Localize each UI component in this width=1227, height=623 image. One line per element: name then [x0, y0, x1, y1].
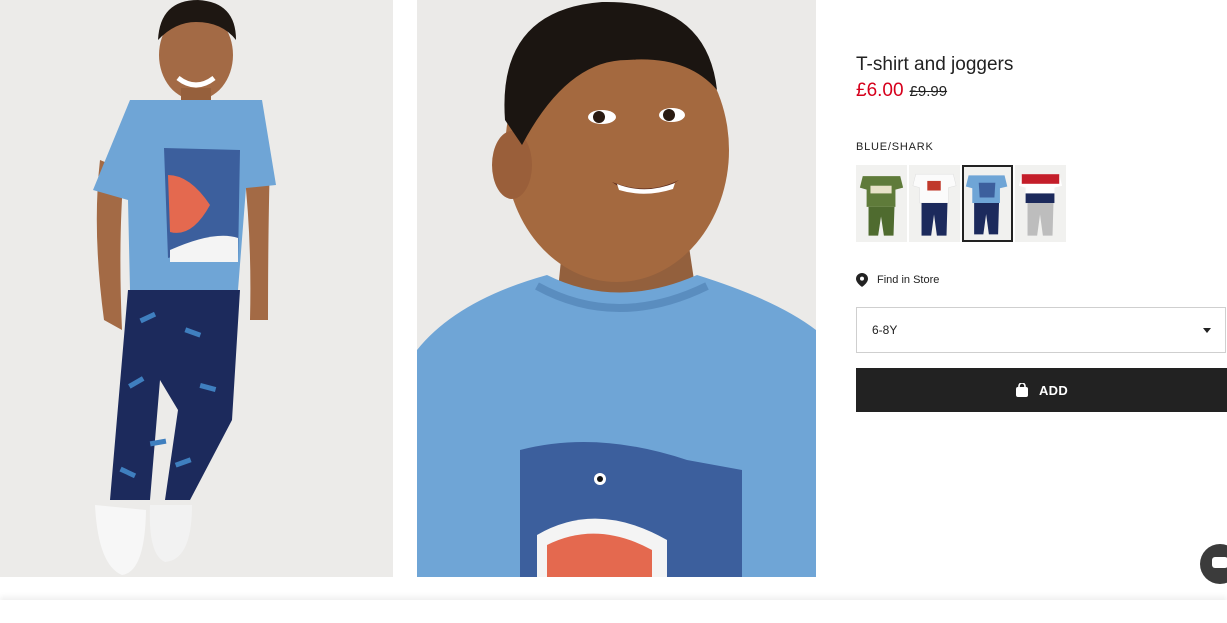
product-details: T-shirt and joggers £6.00 £9.99 BLUE/SHA…: [856, 0, 1227, 577]
sale-price: £6.00: [856, 80, 904, 101]
location-pin-icon: [856, 273, 868, 287]
find-in-store-label: Find in Store: [877, 274, 940, 286]
price-row: £6.00 £9.99: [856, 80, 947, 102]
bottom-divider: [0, 600, 1227, 623]
chat-bubble-icon: [1212, 557, 1227, 568]
size-dropdown-value: 6-8Y: [872, 323, 898, 337]
shopping-bag-icon: [1015, 383, 1028, 397]
swatch-blue-shark[interactable]: [962, 165, 1013, 242]
selected-color-label: BLUE/SHARK: [856, 141, 934, 153]
product-image-closeup[interactable]: [417, 0, 816, 577]
color-swatches: [856, 165, 1066, 242]
swatch-white-graphic[interactable]: [909, 165, 960, 242]
chat-button[interactable]: [1200, 544, 1227, 584]
add-button-label: ADD: [1038, 382, 1069, 398]
product-page: T-shirt and joggers £6.00 £9.99 BLUE/SHA…: [0, 0, 1227, 623]
original-price: £9.99: [909, 83, 948, 100]
product-image-full-body[interactable]: [0, 0, 393, 577]
product-title: T-shirt and joggers: [856, 54, 1014, 75]
chevron-down-icon: [1203, 327, 1211, 333]
swatch-red-new-york[interactable]: [1015, 165, 1066, 242]
find-in-store-link[interactable]: Find in Store: [856, 273, 939, 287]
add-to-bag-button[interactable]: ADD: [856, 368, 1227, 412]
size-dropdown[interactable]: 6-8Y: [856, 307, 1226, 353]
swatch-green-dinosaur[interactable]: [856, 165, 907, 242]
